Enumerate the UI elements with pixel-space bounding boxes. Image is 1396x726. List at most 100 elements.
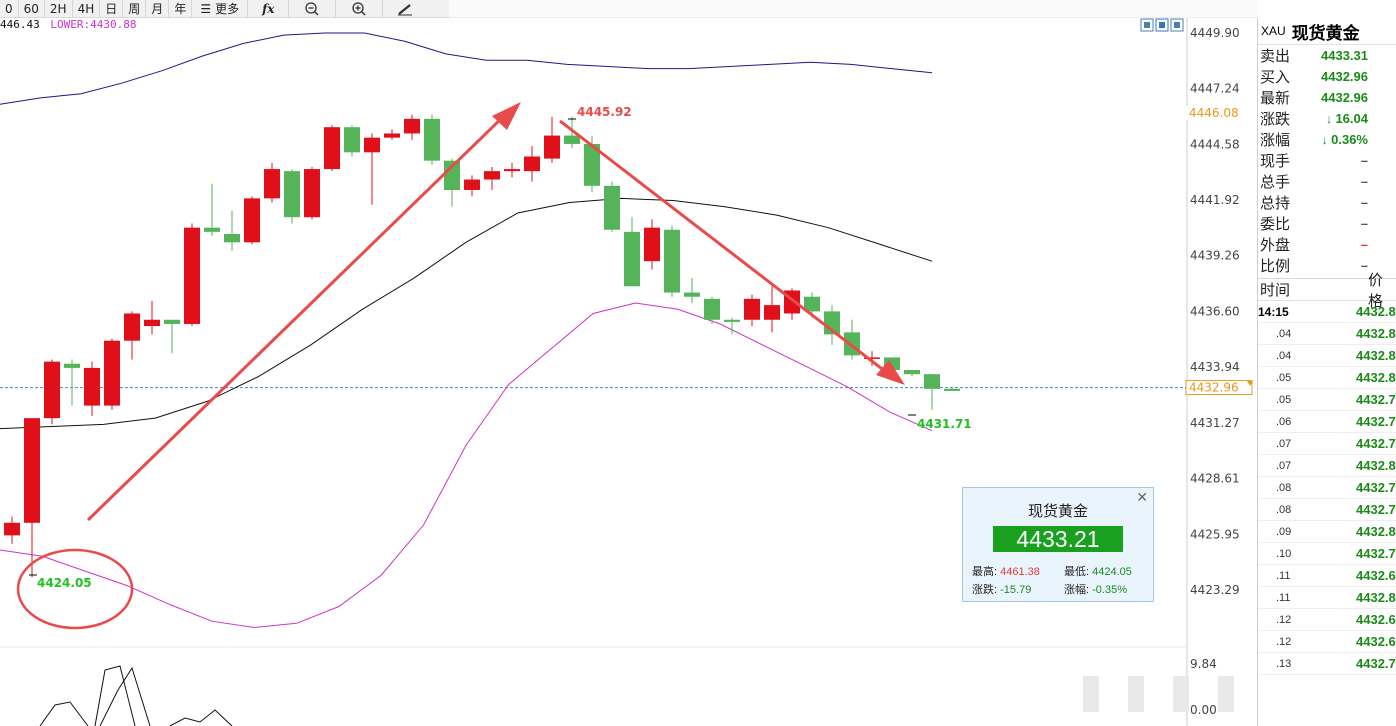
tick-price: 4432.8: [1356, 590, 1396, 605]
zoom-in-button[interactable]: [336, 0, 384, 18]
tick-time: .09: [1276, 525, 1292, 538]
watermark-block: [1128, 676, 1144, 712]
quote-header: XAU 现货黄金: [1258, 18, 1396, 45]
ticks-list[interactable]: 14:15 4432.8.04 4432.8.04 4432.8.05 4432.8.0…: [1258, 301, 1396, 675]
period-0[interactable]: 0: [0, 0, 19, 18]
tick-price: 4432.7: [1356, 656, 1396, 671]
quote-row: 买入 4432.96: [1258, 66, 1396, 87]
y-tick-label: 4439.26: [1190, 249, 1240, 263]
candle-body: [764, 305, 780, 320]
tick-time: 14:15: [1258, 304, 1289, 319]
tick-row[interactable]: .07 4432.7: [1258, 433, 1396, 455]
tick-row[interactable]: .04 4432.8: [1258, 323, 1396, 345]
tick-price: 4432.6: [1356, 568, 1396, 583]
quote-label: 现手: [1260, 153, 1291, 170]
quote-value: ↓ 16.04: [1300, 111, 1368, 126]
y-tick-label: 4447.24: [1190, 82, 1240, 96]
tick-time: .08: [1276, 481, 1292, 494]
popup-low-label: 最低:: [1064, 566, 1090, 578]
popup-high: 最高: 4461.38: [972, 563, 1040, 579]
period-day[interactable]: 日: [100, 0, 124, 18]
tick-row[interactable]: .06 4432.7: [1258, 411, 1396, 433]
quote-row: 总持 –: [1258, 192, 1396, 213]
tick-row[interactable]: .12 4432.6: [1258, 631, 1396, 653]
quote-value: 4432.96: [1321, 90, 1368, 105]
zoom-out-button[interactable]: [289, 0, 337, 18]
quote-value: –: [1360, 153, 1368, 168]
tick-row[interactable]: .09 4432.8: [1258, 521, 1396, 543]
chart-mode-icon-glyph: [1144, 22, 1150, 28]
symbol-name: 现货黄金: [1291, 23, 1360, 43]
y-tick-label: 4449.90: [1190, 26, 1240, 40]
tick-row[interactable]: .11 4432.6: [1258, 565, 1396, 587]
tick-row[interactable]: .11 4432.8: [1258, 587, 1396, 609]
quote-list: 卖出 4433.31 买入 4432.96 最新 4432.96 涨跌 ↓ 16.04 涨幅 ↓ …: [1258, 45, 1396, 276]
tick-row[interactable]: .08 4432.7: [1258, 477, 1396, 499]
current-price-label: 4432.96: [1189, 381, 1239, 395]
tick-price: 4432.8: [1356, 348, 1396, 363]
popup-change-value: -15.79: [1000, 584, 1032, 596]
y-tick-label: 4428.61: [1190, 472, 1240, 486]
tick-row[interactable]: .08 4432.7: [1258, 499, 1396, 521]
quote-row: 最新 4432.96: [1258, 87, 1396, 108]
candle-body: [304, 169, 320, 218]
popup-pct: 涨幅: -0.35%: [1064, 581, 1127, 597]
candle-body: [724, 319, 740, 322]
quote-row: 现手 –: [1258, 150, 1396, 171]
period-4h[interactable]: 4H: [73, 0, 101, 18]
tick-price: 4432.7: [1356, 480, 1396, 495]
price-chart[interactable]: 4449.90 4447.24 4444.58 4441.92 4439.26 4436.…: [0, 0, 1257, 726]
tick-time: .12: [1276, 635, 1292, 648]
period-2h[interactable]: 2H: [45, 0, 73, 18]
quote-label: 最新: [1260, 90, 1291, 107]
tick-row[interactable]: .13 4432.7: [1258, 653, 1396, 675]
period-60[interactable]: 60: [19, 0, 45, 18]
candle-body: [684, 292, 700, 297]
tick-time: .05: [1276, 393, 1292, 406]
popup-pct-label: 涨幅:: [1064, 584, 1090, 596]
y-tick-label: 4425.95: [1190, 527, 1240, 541]
period-year[interactable]: 年: [169, 0, 193, 18]
tick-time: .05: [1276, 371, 1292, 384]
tick-row[interactable]: .04 4432.8: [1258, 345, 1396, 367]
watermark-block: [1083, 676, 1099, 712]
boll-upper-line: [0, 32, 933, 105]
more-button[interactable]: ☰ 更多: [192, 0, 249, 18]
boll-lower-value: LOWER:4430.88: [50, 18, 137, 31]
subchart-value-label: 9.84: [1190, 657, 1217, 671]
quote-row: 涨跌 ↓ 16.04: [1258, 108, 1396, 129]
tick-row[interactable]: 14:15 4432.8: [1258, 301, 1396, 323]
tick-row[interactable]: .05 4432.8: [1258, 367, 1396, 389]
candle-body: [744, 298, 760, 320]
candle-body: [324, 127, 340, 170]
candle-body: [4, 522, 20, 536]
period-week[interactable]: 周: [123, 0, 147, 18]
tick-price: 4432.7: [1356, 392, 1396, 407]
close-icon[interactable]: ✕: [1136, 489, 1148, 506]
popup-low: 最低: 4424.05: [1064, 563, 1132, 579]
tick-row[interactable]: .10 4432.7: [1258, 543, 1396, 565]
quote-row: 涨幅 ↓ 0.36%: [1258, 129, 1396, 150]
tick-row[interactable]: .07 4432.8: [1258, 455, 1396, 477]
tick-row[interactable]: .12 4432.6: [1258, 609, 1396, 631]
candle-body: [404, 118, 420, 134]
ticks-header-time: 时间: [1260, 282, 1291, 299]
popup-pct-value: -0.35%: [1092, 584, 1127, 596]
y-tick-label: 4423.29: [1190, 583, 1240, 597]
quote-value: –: [1360, 216, 1368, 231]
candle-body: [504, 169, 520, 172]
candle-body: [364, 137, 380, 153]
candle-body: [264, 169, 280, 199]
ticks-header: 时间 价格: [1258, 272, 1396, 310]
candle-body: [64, 363, 80, 368]
formula-button[interactable]: fx: [248, 0, 290, 18]
tick-time: .07: [1276, 437, 1292, 450]
period-month[interactable]: 月: [146, 0, 170, 18]
subchart-bottom-label: 0.00: [1190, 703, 1217, 717]
up-arrow-head: [492, 102, 521, 130]
tick-row[interactable]: .05 4432.7: [1258, 389, 1396, 411]
tick-time: .04: [1276, 349, 1292, 362]
quote-row: 卖出 4433.31: [1258, 45, 1396, 66]
draw-button[interactable]: [383, 0, 427, 18]
quote-row: 委比 –: [1258, 213, 1396, 234]
